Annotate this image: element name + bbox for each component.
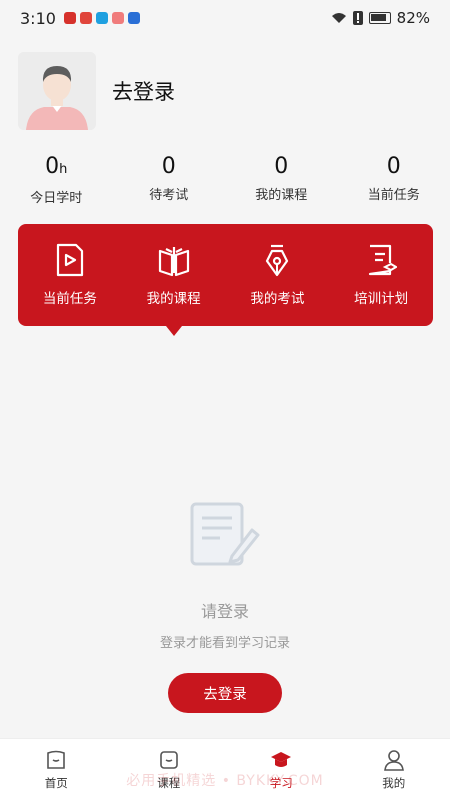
empty-title: 请登录 bbox=[200, 602, 249, 621]
quick-menu-current-tasks[interactable]: 当前任务 bbox=[18, 224, 122, 326]
status-time: 3:10 bbox=[20, 8, 56, 28]
profile-header[interactable]: 去登录 bbox=[18, 52, 175, 130]
pen-nib-icon bbox=[266, 244, 289, 277]
stat-pending-exams[interactable]: 0 待考试 bbox=[113, 154, 226, 206]
quick-menu-my-courses[interactable]: 我的课程 bbox=[122, 224, 226, 336]
quick-menu-label: 培训计划 bbox=[354, 291, 409, 307]
wifi-icon bbox=[331, 13, 346, 23]
plan-document-icon bbox=[369, 244, 398, 276]
nav-label: 课程 bbox=[157, 775, 181, 790]
nav-item-study[interactable]: 学习 bbox=[225, 739, 338, 800]
stats-row: 0h 今日学时 0 待考试 0 我的课程 0 当前任务 bbox=[0, 154, 450, 206]
stat-value: 0 bbox=[274, 154, 289, 179]
stat-my-courses[interactable]: 0 我的课程 bbox=[225, 154, 338, 206]
nav-item-mine[interactable]: 我的 bbox=[338, 739, 450, 800]
quick-menu-panel: 当前任务 我的课程 我的考试 培训计划 bbox=[18, 224, 433, 336]
quick-menu-my-exams[interactable]: 我的考试 bbox=[226, 224, 330, 326]
stat-value: 0 bbox=[45, 154, 60, 179]
battery-level: 82% bbox=[396, 9, 430, 27]
empty-subtitle: 登录才能看到学习记录 bbox=[159, 636, 290, 651]
quick-menu-label: 我的考试 bbox=[250, 291, 305, 307]
stat-label: 今日学时 bbox=[30, 191, 83, 206]
status-bar: 3:10 82% bbox=[0, 0, 450, 36]
quick-menu-label: 当前任务 bbox=[42, 291, 97, 307]
nav-label: 我的 bbox=[382, 775, 406, 790]
book-icon bbox=[158, 247, 189, 277]
stat-unit: h bbox=[59, 162, 68, 177]
course-icon bbox=[159, 750, 178, 769]
login-title[interactable]: 去登录 bbox=[112, 76, 175, 106]
bottom-nav: 首页 课程 学习 我的 bbox=[0, 738, 450, 800]
battery-icon bbox=[368, 12, 391, 24]
search-app-icon bbox=[95, 12, 108, 24]
nav-label: 学习 bbox=[269, 775, 293, 790]
stat-label: 我的课程 bbox=[255, 188, 308, 203]
nav-label: 首页 bbox=[44, 775, 68, 790]
quick-menu-training-plan[interactable]: 培训计划 bbox=[329, 224, 433, 326]
avatar[interactable] bbox=[18, 52, 96, 130]
alert-icon bbox=[352, 11, 363, 25]
graduation-cap-icon bbox=[271, 751, 292, 767]
nav-item-home[interactable]: 首页 bbox=[0, 739, 113, 800]
nav-item-courses[interactable]: 课程 bbox=[113, 739, 226, 800]
home-icon bbox=[47, 750, 66, 769]
app-notification-icon bbox=[111, 12, 124, 24]
default-avatar-icon bbox=[18, 52, 96, 130]
empty-document-icon bbox=[190, 502, 260, 566]
stat-value: 0 bbox=[161, 154, 176, 179]
empty-state: 请登录 登录才能看到学习记录 去登录 bbox=[0, 500, 450, 713]
stat-value: 0 bbox=[386, 154, 401, 179]
quick-menu-label: 我的课程 bbox=[146, 291, 201, 307]
bulb-app-icon bbox=[127, 12, 140, 24]
app-notification-icon bbox=[63, 12, 76, 24]
stat-label: 待考试 bbox=[149, 188, 189, 203]
stat-label: 当前任务 bbox=[367, 188, 420, 203]
app-notification-icon bbox=[79, 12, 92, 24]
stat-current-tasks[interactable]: 0 当前任务 bbox=[338, 154, 450, 206]
stat-study-hours[interactable]: 0h 今日学时 bbox=[0, 154, 113, 206]
video-file-icon bbox=[56, 243, 83, 277]
login-button[interactable]: 去登录 bbox=[168, 673, 282, 713]
active-indicator bbox=[165, 326, 182, 336]
user-icon bbox=[383, 749, 404, 771]
